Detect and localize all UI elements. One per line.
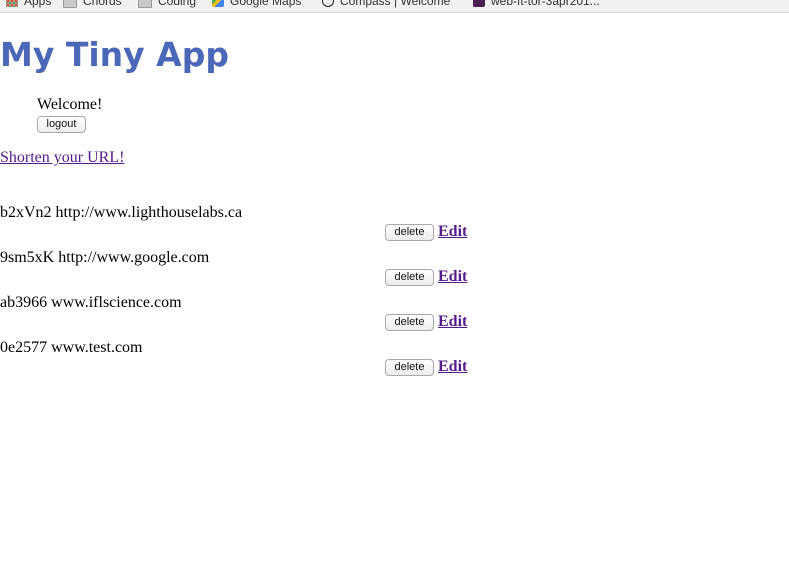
url-entry-text: b2xVn2 http://www.lighthouselabs.ca: [0, 204, 243, 221]
edit-link[interactable]: Edit: [438, 267, 467, 287]
bookmark-label: Compass | Welcome: [340, 0, 451, 8]
welcome-text: Welcome!: [37, 96, 103, 113]
url-entry-text: ab3966 www.iflscience.com: [0, 294, 182, 311]
edit-link[interactable]: Edit: [438, 222, 467, 242]
url-list-item: 0e2577 www.test.com delete Edit: [0, 338, 789, 383]
logout-button[interactable]: logout: [37, 116, 86, 133]
bookmark-label: Apps: [24, 0, 52, 8]
delete-button[interactable]: delete: [385, 224, 434, 241]
bookmark-label: Google Maps: [230, 0, 302, 8]
bookmarks-bar: Apps Chords Coding Google Maps Compass |…: [0, 0, 789, 13]
bookmark-google-maps[interactable]: Google Maps: [212, 0, 301, 9]
url-list-item: 9sm5xK http://www.google.com delete Edit: [0, 248, 789, 293]
apps-grid-icon: [6, 0, 18, 7]
delete-button[interactable]: delete: [385, 269, 434, 286]
bookmark-coding[interactable]: Coding: [138, 0, 196, 9]
bookmark-chords[interactable]: Chords: [63, 0, 122, 9]
bookmark-compass[interactable]: Compass | Welcome: [322, 0, 450, 9]
delete-button[interactable]: delete: [385, 314, 434, 331]
url-entry-text: 9sm5xK http://www.google.com: [0, 249, 210, 266]
folder-icon: [63, 0, 77, 8]
edit-link[interactable]: Edit: [438, 357, 467, 377]
bookmark-label: web-ft-tor-3apr201...: [491, 0, 600, 8]
shorten-url-link[interactable]: Shorten your URL!: [0, 148, 124, 168]
folder-icon: [138, 0, 152, 8]
url-list-item: b2xVn2 http://www.lighthouselabs.ca dele…: [0, 203, 789, 248]
bookmark-slack[interactable]: web-ft-tor-3apr201...: [473, 0, 600, 9]
compass-icon: [322, 0, 334, 7]
edit-link[interactable]: Edit: [438, 312, 467, 332]
slack-icon: [473, 0, 485, 7]
delete-button[interactable]: delete: [385, 359, 434, 376]
page-title: My Tiny App: [0, 35, 229, 74]
bookmark-label: Coding: [158, 0, 197, 8]
url-entry-text: 0e2577 www.test.com: [0, 339, 143, 356]
google-maps-icon: [212, 0, 224, 7]
bookmark-apps[interactable]: Apps: [6, 0, 51, 9]
bookmark-label: Chords: [83, 0, 122, 8]
url-list-item: ab3966 www.iflscience.com delete Edit: [0, 293, 789, 338]
